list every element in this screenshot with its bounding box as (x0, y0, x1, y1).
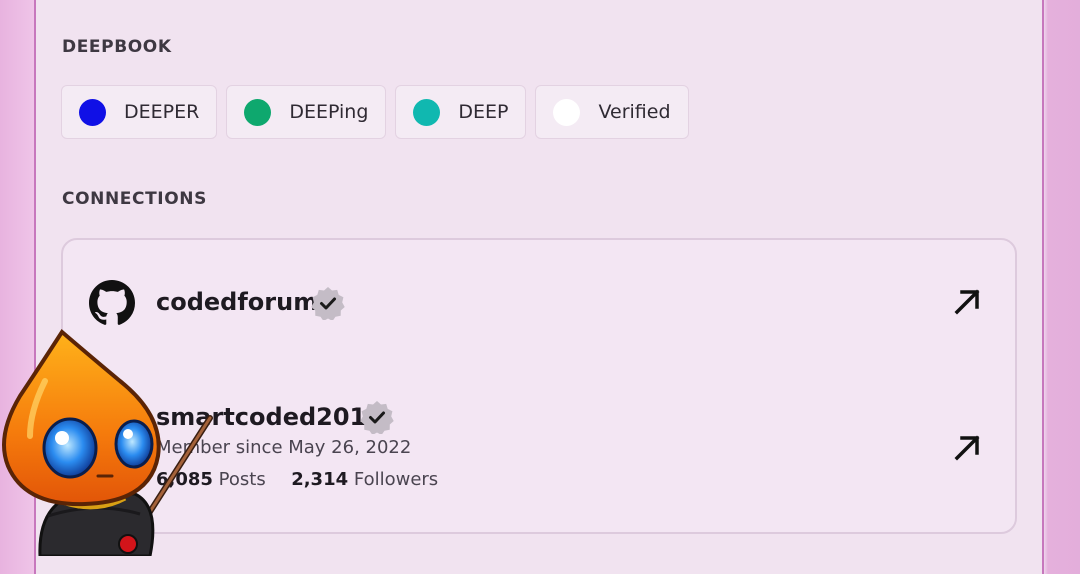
roles-list: DEEPER DEEPing DEEP Verified (61, 85, 689, 139)
followers-count: 2,314 (291, 469, 349, 490)
role-color-dot (244, 98, 272, 126)
role-chip-deeping[interactable]: DEEPing (226, 85, 387, 139)
role-label: DEEP (458, 101, 509, 123)
github-icon (89, 280, 135, 325)
role-chip-deeper[interactable]: DEEPER (61, 85, 218, 139)
role-label: Verified (598, 101, 671, 123)
role-color-dot (413, 98, 441, 126)
role-color-dot (553, 98, 581, 126)
connection-name[interactable]: codedforum (156, 288, 318, 316)
role-label: DEEPing (289, 101, 369, 123)
followers-label: Followers (353, 469, 439, 490)
posts-label: Posts (218, 469, 266, 490)
connections-section-title: CONNECTIONS (62, 189, 207, 209)
flame-mascot-image (2, 328, 213, 556)
verified-badge-icon (360, 401, 394, 434)
role-label: DEEPER (124, 101, 200, 123)
open-link-icon[interactable] (952, 433, 982, 463)
role-chip-deep[interactable]: DEEP (395, 85, 527, 139)
role-chip-verified[interactable]: Verified (535, 85, 689, 139)
open-link-icon[interactable] (952, 287, 982, 317)
roles-section-title: DEEPBOOK (62, 37, 172, 57)
verified-badge-icon (311, 287, 345, 320)
role-color-dot (79, 98, 106, 126)
